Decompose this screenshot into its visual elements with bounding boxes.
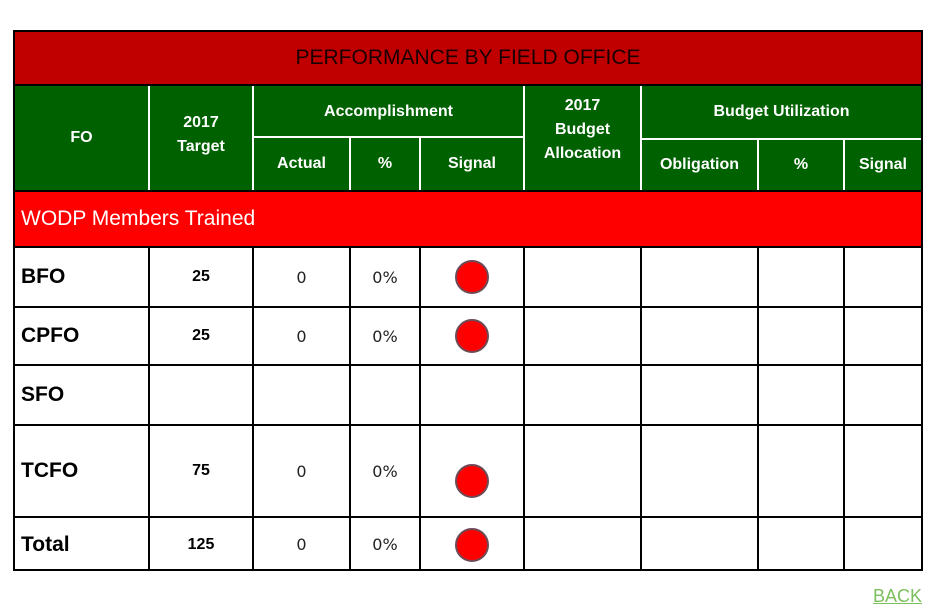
actual-value: 0 [296, 267, 307, 287]
target-value: 125 [187, 535, 215, 553]
cell-bu-percent [759, 248, 845, 306]
table-row: Total 125 0 0% [15, 518, 921, 571]
fo-value: BFO [21, 265, 66, 288]
cell-signal [421, 518, 525, 571]
percent-value: 0% [372, 461, 398, 481]
table-row: TCFO 75 0 0% [15, 426, 921, 518]
cell-obligation [642, 518, 759, 571]
header-allocation-label: Allocation [543, 145, 622, 162]
header-budget-label: Budget [554, 121, 611, 138]
table-title: PERFORMANCE BY FIELD OFFICE [15, 32, 921, 86]
cell-obligation [642, 308, 759, 364]
cell-bu-percent [759, 366, 845, 424]
cell-obligation [642, 426, 759, 516]
fo-value: CPFO [21, 324, 80, 347]
cell-bu-percent [759, 518, 845, 571]
cell-target: 75 [150, 426, 254, 516]
percent-value: 0% [372, 267, 398, 287]
table-header: FO 2017 Target Accomplishment Actual % S… [15, 86, 921, 190]
red-signal-icon [455, 260, 489, 294]
header-actual: Actual [277, 155, 326, 172]
cell-bu-signal [845, 366, 921, 424]
back-link[interactable]: BACK [873, 586, 922, 607]
cell-fo: SFO [15, 366, 150, 424]
cell-actual: 0 [254, 308, 351, 364]
cell-fo: BFO [15, 248, 150, 306]
cell-bu-percent [759, 308, 845, 364]
cell-signal [421, 308, 525, 364]
fo-value: TCFO [21, 459, 79, 482]
actual-value: 0 [296, 535, 307, 554]
table-row: SFO [15, 366, 921, 426]
cell-fo: Total [15, 518, 150, 571]
cell-signal [421, 366, 525, 424]
table-row: BFO 25 0 0% [15, 248, 921, 308]
cell-allocation [525, 426, 642, 516]
cell-target [150, 366, 254, 424]
table-row: CPFO 25 0 0% [15, 308, 921, 366]
header-bu-percent: % [793, 156, 809, 173]
header-target: 2017 Target [150, 86, 252, 190]
header-accomplishment: Accomplishment [324, 103, 453, 120]
cell-actual: 0 [254, 426, 351, 516]
cell-percent [351, 366, 421, 424]
header-target-label: Target [177, 138, 225, 155]
cell-target: 125 [150, 518, 254, 571]
fo-value: Total [21, 532, 70, 556]
cell-allocation [525, 308, 642, 364]
cell-percent: 0% [351, 426, 421, 516]
header-budget-year: 2017 [564, 97, 601, 114]
header-target-year: 2017 [183, 114, 219, 131]
cell-actual: 0 [254, 248, 351, 306]
target-value: 25 [192, 268, 210, 285]
cell-bu-signal [845, 518, 921, 571]
percent-value: 0% [372, 535, 398, 554]
target-value: 75 [192, 462, 210, 479]
header-acc-signal: Signal [447, 155, 496, 172]
cell-allocation [525, 248, 642, 306]
cell-obligation [642, 248, 759, 306]
cell-actual: 0 [254, 518, 351, 571]
red-signal-icon [455, 319, 489, 353]
cell-allocation [525, 366, 642, 424]
cell-bu-signal [845, 248, 921, 306]
cell-bu-signal [845, 308, 921, 364]
cell-percent: 0% [351, 308, 421, 364]
cell-percent: 0% [351, 518, 421, 571]
header-bu-signal: Signal [858, 156, 907, 173]
fo-value: SFO [21, 383, 65, 406]
cell-percent: 0% [351, 248, 421, 306]
cell-target: 25 [150, 308, 254, 364]
cell-signal [421, 248, 525, 306]
cell-actual [254, 366, 351, 424]
cell-fo: TCFO [15, 426, 150, 516]
header-acc-percent: % [377, 155, 393, 172]
cell-fo: CPFO [15, 308, 150, 364]
cell-bu-signal [845, 426, 921, 516]
actual-value: 0 [296, 326, 307, 346]
cell-bu-percent [759, 426, 845, 516]
red-signal-icon [455, 527, 489, 562]
percent-value: 0% [372, 326, 398, 346]
cell-allocation [525, 518, 642, 571]
performance-table: PERFORMANCE BY FIELD OFFICE FO 2017 Targ… [13, 30, 923, 571]
section-header: WODP Members Trained [15, 190, 921, 248]
header-fo: FO [70, 129, 93, 146]
target-value: 25 [192, 327, 210, 344]
header-obligation: Obligation [659, 156, 740, 173]
header-budget-allocation: 2017 Budget Allocation [525, 86, 640, 190]
cell-obligation [642, 366, 759, 424]
cell-signal [421, 426, 525, 516]
actual-value: 0 [296, 461, 307, 481]
red-signal-icon [455, 464, 489, 498]
header-budget-utilization: Budget Utilization [713, 103, 850, 120]
cell-target: 25 [150, 248, 254, 306]
